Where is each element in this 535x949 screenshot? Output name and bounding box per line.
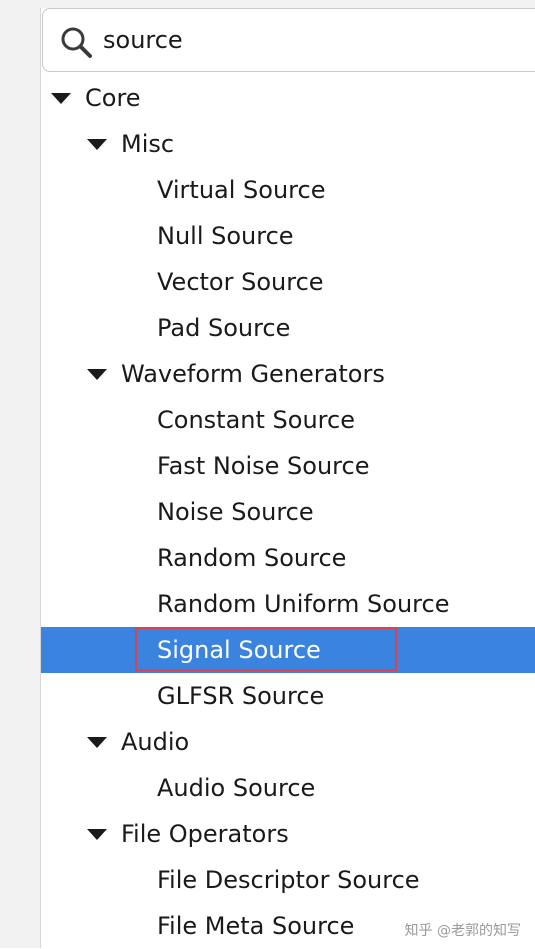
tree-label: Waveform Generators bbox=[121, 360, 385, 388]
tree-item-label: Pad Source bbox=[157, 314, 291, 342]
tree-item-label: Virtual Source bbox=[157, 176, 326, 204]
tree-item-label: Noise Source bbox=[157, 498, 314, 526]
expand-triangle-icon[interactable] bbox=[51, 93, 71, 104]
tree-item-label: File Descriptor Source bbox=[157, 866, 420, 894]
tree-item-noise-source[interactable]: Noise Source bbox=[41, 489, 535, 535]
tree-item-label: Fast Noise Source bbox=[157, 452, 370, 480]
tree-item-label: Audio Source bbox=[157, 774, 316, 802]
tree-label: Audio bbox=[121, 728, 190, 756]
tree-item-label: Null Source bbox=[157, 222, 294, 250]
tree-category-audio[interactable]: Audio bbox=[41, 719, 535, 765]
tree-item-fast-noise-source[interactable]: Fast Noise Source bbox=[41, 443, 535, 489]
tree-item-vector-source[interactable]: Vector Source bbox=[41, 259, 535, 305]
tree-item-file-descriptor-source[interactable]: File Descriptor Source bbox=[41, 857, 535, 903]
tree-item-label: Random Uniform Source bbox=[157, 590, 450, 618]
tree-item-glfsr-source[interactable]: GLFSR Source bbox=[41, 673, 535, 719]
tree-item-constant-source[interactable]: Constant Source bbox=[41, 397, 535, 443]
tree-item-virtual-source[interactable]: Virtual Source bbox=[41, 167, 535, 213]
expand-triangle-icon[interactable] bbox=[87, 139, 107, 150]
expand-triangle-icon[interactable] bbox=[87, 369, 107, 380]
tree-item-label: Vector Source bbox=[157, 268, 324, 296]
search-box[interactable] bbox=[42, 8, 535, 72]
tree-category-waveform-generators[interactable]: Waveform Generators bbox=[41, 351, 535, 397]
expand-triangle-icon[interactable] bbox=[87, 829, 107, 840]
watermark: 知乎 @老郭的知写 bbox=[404, 923, 521, 939]
tree-item-signal-source[interactable]: Signal Source bbox=[41, 627, 535, 673]
tree-label: File Operators bbox=[121, 820, 289, 848]
tree-item-random-source[interactable]: Random Source bbox=[41, 535, 535, 581]
tree-item-label: Signal Source bbox=[157, 636, 321, 664]
search-input[interactable] bbox=[103, 21, 523, 59]
tree-item-audio-source[interactable]: Audio Source bbox=[41, 765, 535, 811]
tree-category-file-operators[interactable]: File Operators bbox=[41, 811, 535, 857]
tree-item-label: Random Source bbox=[157, 544, 347, 572]
tree-item-label: Constant Source bbox=[157, 406, 355, 434]
tree-category-misc[interactable]: Misc bbox=[41, 121, 535, 167]
block-tree[interactable]: Core Misc Virtual Source Null Source Vec… bbox=[41, 75, 535, 949]
top-bar bbox=[40, 0, 535, 8]
tree-item-random-uniform-source[interactable]: Random Uniform Source bbox=[41, 581, 535, 627]
left-gutter bbox=[0, 0, 41, 948]
tree-label: Core bbox=[85, 84, 141, 112]
expand-triangle-icon[interactable] bbox=[87, 737, 107, 748]
tree-label: Misc bbox=[121, 130, 175, 158]
search-icon bbox=[61, 27, 92, 58]
tree-item-pad-source[interactable]: Pad Source bbox=[41, 305, 535, 351]
tree-item-label: GLFSR Source bbox=[157, 682, 325, 710]
tree-item-null-source[interactable]: Null Source bbox=[41, 213, 535, 259]
tree-category-core[interactable]: Core bbox=[41, 75, 535, 121]
tree-item-label: File Meta Source bbox=[157, 912, 355, 940]
